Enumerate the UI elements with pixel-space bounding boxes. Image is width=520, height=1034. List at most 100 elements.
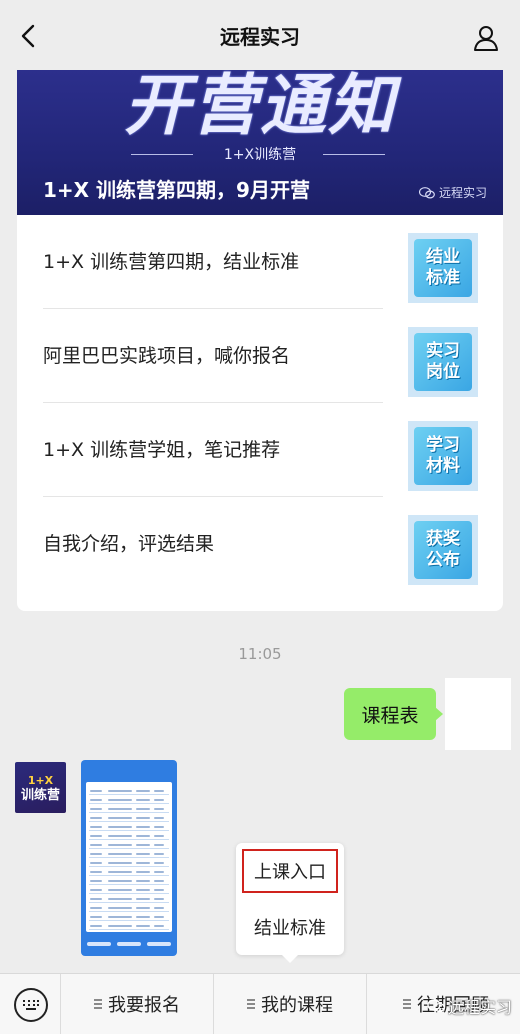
article-item[interactable]: 1+X 训练营学姐，笔记推荐 学习材料: [17, 403, 503, 497]
banner-divider-right: [323, 154, 385, 155]
menu-button-label: 我的课程: [261, 995, 333, 1016]
keyboard-keys: [23, 1000, 39, 1011]
schedule-cell: [154, 844, 164, 846]
schedule-row-line: [89, 839, 169, 840]
schedule-row-line: [89, 821, 169, 822]
schedule-cell: [136, 916, 150, 918]
article-item-title: 1+X 训练营第四期，结业标准: [43, 251, 300, 273]
schedule-cell: [90, 853, 102, 855]
outgoing-message-bubble[interactable]: 课程表: [344, 688, 443, 740]
schedule-cell: [108, 907, 132, 909]
schedule-cell: [90, 916, 102, 918]
article-item-title: 自我介绍，评选结果: [43, 533, 215, 555]
profile-icon[interactable]: [472, 24, 500, 52]
schedule-cell: [136, 817, 150, 819]
schedule-cell: [90, 907, 102, 909]
menu-button-label: 我要报名: [108, 995, 180, 1016]
message-timestamp: 11:05: [238, 645, 282, 663]
schedule-cell: [90, 880, 102, 882]
schedule-cell: [136, 799, 150, 801]
article-item[interactable]: 阿里巴巴实践项目，喊你报名 实习岗位: [17, 309, 503, 403]
schedule-row-line: [89, 929, 169, 930]
banner-sub-row: 1+X训练营: [17, 144, 503, 164]
banner-sub-text: 1+X训练营: [223, 147, 297, 163]
avatar-text-line2: 训练营: [20, 788, 60, 803]
schedule-cell: [154, 907, 164, 909]
schedule-cell: [108, 925, 132, 927]
schedule-image-message[interactable]: [81, 760, 177, 956]
schedule-row-line: [89, 866, 169, 867]
schedule-cell: [108, 844, 132, 846]
schedule-cell: [108, 862, 132, 864]
schedule-cell: [90, 925, 102, 927]
schedule-cell: [108, 817, 132, 819]
schedule-cell: [154, 862, 164, 864]
menu-button-my-courses[interactable]: 我的课程: [214, 974, 366, 1034]
schedule-cell: [136, 826, 150, 828]
article-item-thumbnail: 实习岗位: [408, 327, 478, 397]
schedule-cell: [90, 826, 102, 828]
bottom-menu-bar: 我要报名 我的课程 往期回顾 远程实习: [0, 973, 520, 1034]
banner-watermark-text: 远程实习: [438, 186, 487, 200]
schedule-cell: [136, 835, 150, 837]
schedule-cell: [90, 889, 102, 891]
thumbnail-text: 实习岗位: [426, 341, 460, 382]
article-item-title: 阿里巴巴实践项目，喊你报名: [43, 345, 291, 367]
schedule-cell: [154, 808, 164, 810]
schedule-cell: [90, 871, 102, 873]
schedule-row-line: [89, 875, 169, 876]
schedule-cell: [136, 790, 150, 792]
schedule-cell: [136, 853, 150, 855]
keyboard-icon[interactable]: [14, 988, 48, 1022]
schedule-cell: [108, 799, 132, 801]
schedule-row-line: [89, 848, 169, 849]
article-item[interactable]: 自我介绍，评选结果 获奖公布: [17, 497, 503, 591]
schedule-cell: [136, 898, 150, 900]
schedule-cell: [154, 871, 164, 873]
schedule-cell: [136, 871, 150, 873]
submenu-item-completion-standard[interactable]: 结业标准: [242, 905, 338, 949]
avatar-text-line1: 1+X: [27, 774, 54, 787]
schedule-cell: [154, 853, 164, 855]
article-banner[interactable]: 开营通知 1+X训练营 1+X 训练营第四期，9月开营 远程实习: [17, 70, 503, 215]
schedule-cell: [108, 916, 132, 918]
banner-headline: 1+X 训练营第四期，9月开营: [43, 178, 310, 202]
schedule-cell: [136, 880, 150, 882]
account-avatar[interactable]: 1+X 训练营: [15, 762, 66, 813]
banner-watermark: 远程实习: [418, 184, 487, 201]
thumbnail-tile: 实习岗位: [414, 333, 472, 391]
submenu-popup: 上课入口 结业标准: [236, 843, 344, 963]
schedule-row-line: [89, 803, 169, 804]
menu-button-past-review[interactable]: 往期回顾: [367, 974, 520, 1034]
menu-button-register[interactable]: 我要报名: [61, 974, 213, 1034]
schedule-row-line: [89, 920, 169, 921]
article-list: 1+X 训练营第四期，结业标准 结业标准 阿里巴巴实践项目，喊你报名 实习岗位 …: [17, 215, 503, 591]
schedule-cell: [90, 790, 102, 792]
schedule-cell: [108, 871, 132, 873]
schedule-cell: [154, 835, 164, 837]
schedule-cell: [136, 844, 150, 846]
thumbnail-tile: 学习材料: [414, 427, 472, 485]
back-arrow-icon[interactable]: [14, 22, 42, 50]
user-avatar[interactable]: [445, 678, 511, 750]
article-item-thumbnail: 结业标准: [408, 233, 478, 303]
wechat-icon: [418, 186, 435, 199]
schedule-cell: [136, 925, 150, 927]
schedule-cell: [154, 889, 164, 891]
schedule-cell: [108, 835, 132, 837]
article-card: 开营通知 1+X训练营 1+X 训练营第四期，9月开营 远程实习 1+X 训练营…: [17, 70, 503, 611]
schedule-cell: [154, 880, 164, 882]
article-item-title: 1+X 训练营学姐，笔记推荐: [43, 439, 281, 461]
schedule-row-line: [89, 857, 169, 858]
article-item[interactable]: 1+X 训练营第四期，结业标准 结业标准: [17, 215, 503, 309]
thumbnail-text: 结业标准: [426, 247, 460, 288]
submenu-item-class-entry[interactable]: 上课入口: [242, 849, 338, 893]
footer-logo: [147, 942, 171, 946]
thumbnail-text: 获奖公布: [426, 529, 460, 570]
banner-big-text: 开营通知: [124, 70, 396, 144]
schedule-row-line: [89, 902, 169, 903]
thumbnail-tile: 结业标准: [414, 239, 472, 297]
schedule-cell: [108, 808, 132, 810]
schedule-cell: [154, 925, 164, 927]
schedule-cell: [154, 790, 164, 792]
